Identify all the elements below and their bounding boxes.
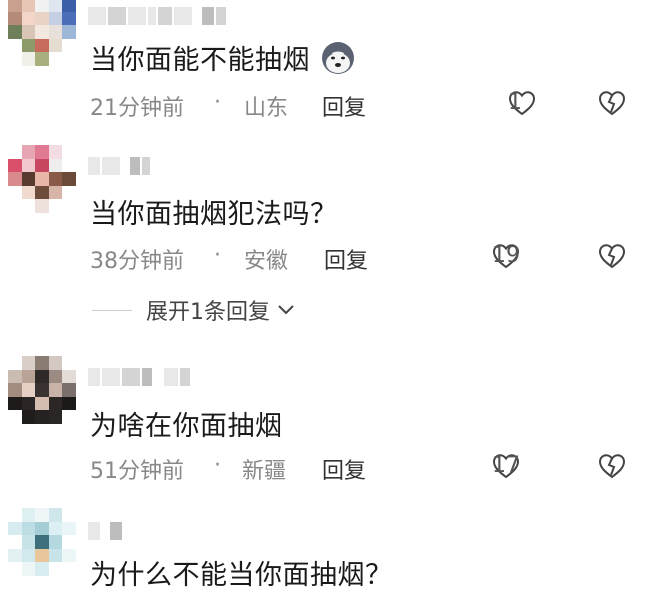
- username-blurred[interactable]: [88, 520, 122, 542]
- comment-meta: 21分钟前 · 山东 回复 1: [90, 88, 650, 121]
- broken-heart-icon: [598, 243, 626, 269]
- expand-replies-label: 展开1条回复: [146, 300, 270, 325]
- reply-button[interactable]: 回复: [322, 453, 366, 485]
- chevron-down-icon: [276, 298, 296, 323]
- comment-text: 当你面抽烟犯法吗？: [90, 199, 338, 230]
- username-blurred[interactable]: [88, 155, 150, 177]
- comment-time: 51分钟前: [90, 459, 184, 484]
- like-count: 17: [492, 453, 520, 478]
- reply-button[interactable]: 回复: [324, 243, 368, 275]
- broken-heart-icon: [598, 90, 626, 116]
- comment-time: 38分钟前: [90, 249, 184, 274]
- avatar[interactable]: [8, 145, 76, 213]
- avatar[interactable]: [8, 508, 76, 576]
- comment-time: 21分钟前: [90, 96, 184, 121]
- avatar[interactable]: [8, 0, 76, 66]
- comment-location: 山东: [244, 96, 289, 121]
- expand-divider: [92, 309, 132, 311]
- meta-separator: ·: [214, 453, 221, 478]
- username-blurred[interactable]: [88, 366, 190, 388]
- username-blurred[interactable]: [88, 5, 226, 27]
- comment-location: 安徽: [244, 249, 289, 274]
- avatar[interactable]: [8, 356, 76, 424]
- comment-location: 新疆: [242, 459, 287, 484]
- comment-text: 为啥在你面抽烟: [90, 411, 283, 442]
- like-count: 19: [492, 243, 520, 268]
- expand-replies-button[interactable]: 展开1条回复: [92, 295, 296, 325]
- meta-separator: ·: [214, 90, 221, 115]
- meta-separator: ·: [214, 243, 221, 268]
- comment-text: 为什么不能当你面抽烟？: [90, 560, 393, 591]
- like-count: 1: [508, 90, 522, 115]
- reply-button[interactable]: 回复: [322, 90, 366, 122]
- comment-text: 当你面能不能抽烟: [90, 38, 355, 82]
- broken-heart-icon: [598, 453, 626, 479]
- comment-meta: 51分钟前 · 新疆 回复 17: [90, 451, 650, 484]
- comment-meta: 38分钟前 · 安徽 回复 19: [90, 241, 650, 274]
- husky-dog-emoji: [321, 41, 355, 82]
